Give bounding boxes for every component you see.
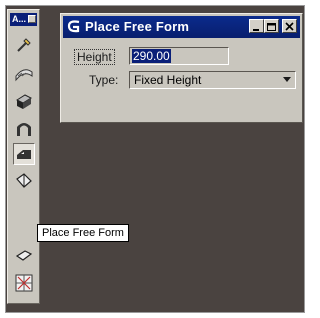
dialog-title: Place Free Form	[85, 19, 190, 34]
height-label[interactable]: Height	[74, 49, 115, 65]
close-icon	[285, 22, 294, 31]
place-wedge-icon	[15, 250, 33, 261]
height-value: 290.00	[132, 49, 171, 63]
minimize-button[interactable]	[249, 19, 264, 33]
type-dropdown[interactable]: Fixed Height	[129, 71, 296, 89]
place-cone-icon	[17, 123, 31, 136]
place-slab-icon	[17, 38, 31, 52]
tool-place-slab[interactable]	[13, 34, 35, 56]
tooltip: Place Free Form	[37, 224, 129, 242]
maximize-icon	[267, 23, 276, 31]
dialog-titlebar[interactable]: Place Free Form	[63, 16, 300, 38]
type-label: Type:	[89, 73, 119, 87]
palette-title: A...	[12, 14, 27, 24]
tool-place-cylinder[interactable]	[13, 62, 35, 84]
maximize-button[interactable]	[264, 19, 279, 33]
place-torus-icon	[17, 150, 31, 159]
minimize-icon	[253, 29, 259, 31]
place-box-icon	[15, 94, 33, 109]
tool-place-free-form[interactable]	[13, 170, 35, 192]
microstation-logo-icon	[66, 19, 82, 40]
tool-place-cone[interactable]	[13, 117, 35, 139]
tool-place-torus[interactable]	[13, 143, 35, 165]
palette-titlebar[interactable]: A...	[10, 13, 37, 26]
chevron-down-icon	[283, 77, 291, 82]
close-button[interactable]	[282, 19, 297, 33]
type-selected-value: Fixed Height	[134, 73, 202, 87]
tool-palette: A...	[7, 9, 40, 304]
place-free-form-icon	[16, 173, 32, 188]
tool-place-wedge[interactable]	[13, 244, 35, 266]
place-grid-icon	[15, 274, 33, 292]
place-cylinder-icon	[15, 69, 33, 82]
palette-close-button[interactable]	[28, 15, 36, 23]
height-input[interactable]: 290.00	[129, 47, 229, 65]
tool-place-grid[interactable]	[13, 272, 35, 294]
place-free-form-dialog: Place Free Form Height 290.00 Type: Fixe…	[60, 13, 303, 123]
tool-place-box[interactable]	[13, 90, 35, 112]
